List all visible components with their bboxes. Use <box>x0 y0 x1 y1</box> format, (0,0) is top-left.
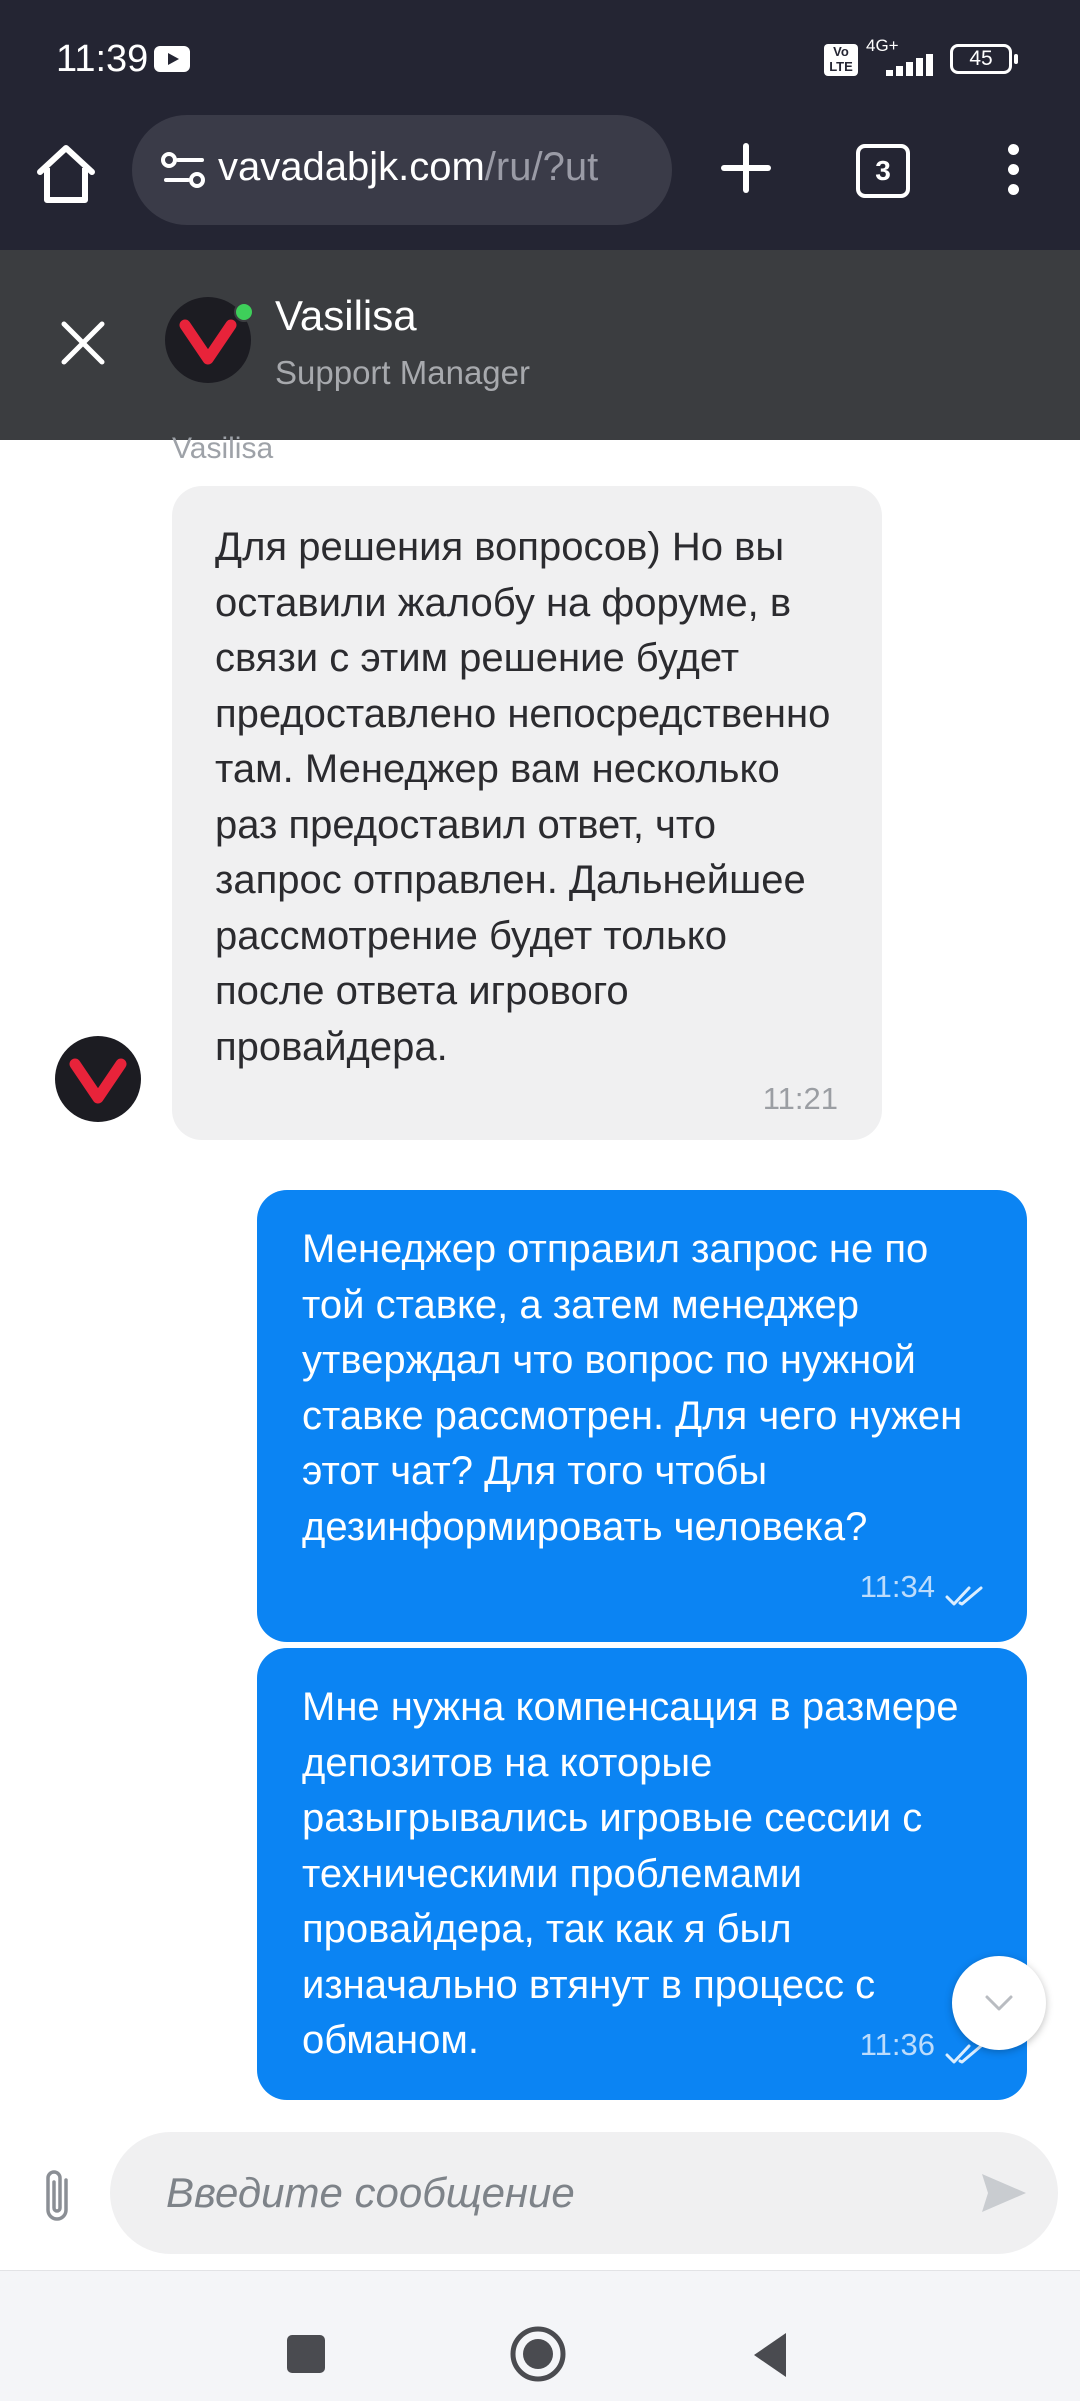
scroll-to-bottom-button[interactable] <box>952 1956 1046 2050</box>
volte-icon: Vo LTE <box>824 44 858 76</box>
message-sender-label: Vasilisa <box>172 432 274 465</box>
message-time: 11:34 <box>859 1568 935 1604</box>
signal-strength-icon <box>872 54 936 76</box>
online-indicator <box>234 302 254 322</box>
send-icon[interactable] <box>978 2170 1030 2216</box>
chat-header <box>0 250 1080 440</box>
message-input-placeholder: Введите сообщение <box>166 2169 575 2216</box>
status-time: 11:39 <box>56 38 149 80</box>
address-bar[interactable]: vavadabjk.com/ru/?ut <box>132 115 672 225</box>
message-time: 11:36 <box>859 2026 935 2062</box>
close-icon[interactable] <box>58 318 108 368</box>
outgoing-message: Менеджер отправил запрос не по той ставк… <box>257 1190 1027 1642</box>
new-tab-icon[interactable] <box>718 140 774 196</box>
home-icon[interactable] <box>32 140 100 208</box>
network-type: 4G+ <box>866 36 899 55</box>
url-path: /ru/?ut <box>484 145 599 189</box>
brand-logo-icon <box>69 1058 127 1104</box>
url-text: vavadabjk.com/ru/?ut <box>218 145 658 190</box>
chevron-down-icon <box>985 1995 1013 2011</box>
agent-name: Vasilisa <box>275 292 417 339</box>
back-button[interactable] <box>750 2331 790 2379</box>
message-time: 11:21 <box>762 1080 838 1116</box>
recents-button[interactable] <box>287 2335 325 2373</box>
message-text: Менеджер отправил запрос не по той ставк… <box>302 1227 963 1549</box>
url-host: vavadabjk.com <box>218 145 485 189</box>
message-text: Для решения вопросов) Но вы оставили жал… <box>215 525 831 1069</box>
system-navigation-bar <box>0 2270 1080 2401</box>
home-button[interactable] <box>508 2324 568 2384</box>
agent-role: Support Manager <box>275 354 530 391</box>
agent-avatar-small <box>55 1036 141 1122</box>
site-settings-icon[interactable] <box>160 148 208 192</box>
read-checkmarks-icon <box>945 1586 983 1606</box>
youtube-notification-icon <box>154 46 190 72</box>
outgoing-message: Мне нужна компенсация в размере депозито… <box>257 1648 1027 2100</box>
status-bar: 11:39 Vo LTE 4G+ 45 <box>0 0 1080 120</box>
battery-icon: 45 <box>950 44 1018 74</box>
more-menu-icon[interactable] <box>1003 144 1023 196</box>
message-text: Мне нужна компенсация в размере депозито… <box>302 1685 959 2062</box>
attachment-icon[interactable] <box>36 2166 80 2228</box>
incoming-message: Для решения вопросов) Но вы оставили жал… <box>172 486 882 1140</box>
tab-switcher-button[interactable]: 3 <box>856 144 910 198</box>
message-input[interactable]: Введите сообщение <box>110 2132 1058 2254</box>
